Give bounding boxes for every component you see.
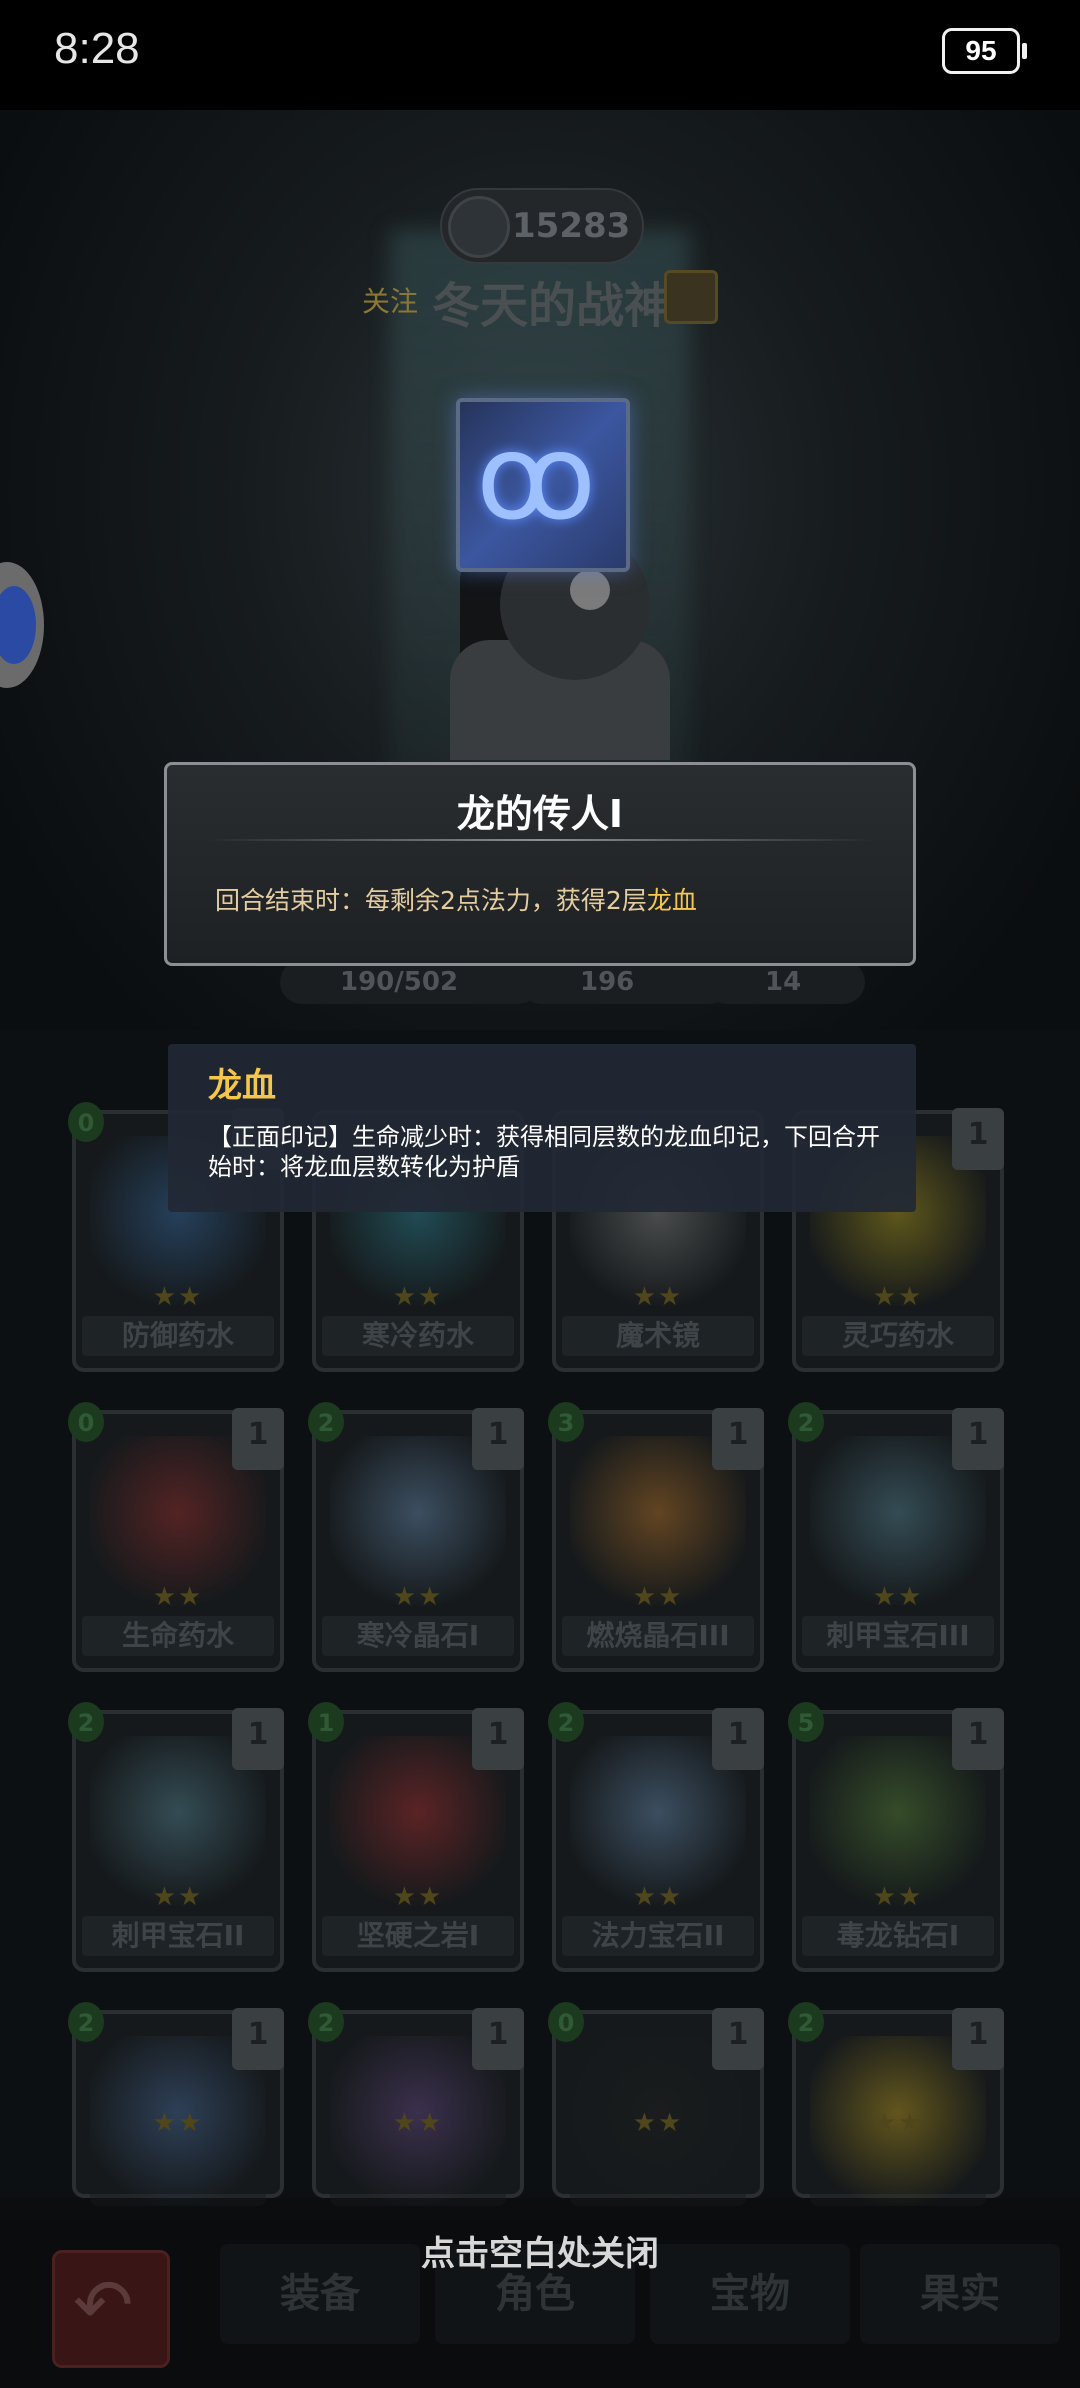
- gold-value: 15283: [512, 206, 631, 246]
- cost-badge: 2: [788, 1402, 824, 1442]
- item-card[interactable]: ★★ 燃烧晶石III 3 1: [548, 1402, 764, 1672]
- gold-counter: 15283: [440, 188, 644, 264]
- cost-badge: 2: [68, 1702, 104, 1742]
- stack-count-badge: 1: [712, 1708, 764, 1770]
- dragon-rune-icon: ꝏ: [456, 398, 630, 572]
- item-name: 寒冷晶石I: [322, 1616, 514, 1656]
- cost-badge: 0: [548, 2002, 584, 2042]
- tooltip-keyword: 龙血: [646, 886, 697, 915]
- cost-badge: 2: [308, 2002, 344, 2042]
- star-rating: ★★: [152, 2108, 204, 2138]
- stack-count-badge: 1: [952, 1408, 1004, 1470]
- defense-stat: 14: [705, 960, 865, 1004]
- stack-count-badge: 1: [472, 1408, 524, 1470]
- back-arrow-icon: ↶: [73, 2263, 134, 2347]
- cost-badge: 0: [68, 1402, 104, 1442]
- cost-badge: 2: [788, 2002, 824, 2042]
- star-rating: ★★: [872, 2108, 924, 2138]
- item-tooltip: 龙的传人I 回合结束时：每剩余2点法力，获得2层龙血: [164, 762, 916, 966]
- star-rating: ★★: [392, 1582, 444, 1612]
- follow-button[interactable]: 关注: [362, 280, 418, 320]
- item-card[interactable]: ★★ 法力宝石II 2 1: [548, 1702, 764, 1972]
- item-name: 防御药水: [82, 1316, 274, 1356]
- item-name: 毒龙钻石I: [802, 1916, 994, 1956]
- item-card[interactable]: ★★ 刺甲宝石II 2 1: [68, 1702, 284, 1972]
- item-card[interactable]: ★★ 刺甲宝石III 2 1: [788, 1402, 1004, 1672]
- battery-icon: 95: [942, 28, 1027, 74]
- coin-icon: [448, 196, 510, 258]
- item-card[interactable]: ★★ 生命药水 0 1: [68, 1402, 284, 1672]
- star-rating: ★★: [392, 1882, 444, 1912]
- item-name: 刺甲宝石II: [82, 1916, 274, 1956]
- star-rating: ★★: [392, 1282, 444, 1312]
- player-name: 冬天的战神: [432, 278, 673, 334]
- star-rating: ★★: [392, 2108, 444, 2138]
- cost-badge: 5: [788, 1702, 824, 1742]
- tooltip-title: 龙的传人I: [456, 792, 624, 836]
- item-name: 燃烧晶石III: [562, 1616, 754, 1656]
- star-rating: ★★: [632, 2108, 684, 2138]
- stack-count-badge: 1: [952, 1108, 1004, 1170]
- cost-badge: 2: [548, 1702, 584, 1742]
- item-card[interactable]: ★★ 坚硬之岩I 1 1: [308, 1702, 524, 1972]
- stack-count-badge: 1: [232, 1408, 284, 1470]
- item-card[interactable]: ★★ 2 1: [308, 2002, 524, 2206]
- stack-count-badge: 1: [232, 1708, 284, 1770]
- stack-count-badge: 1: [712, 1408, 764, 1470]
- star-rating: ★★: [152, 1282, 204, 1312]
- hp-stat: 190/502: [280, 960, 540, 1004]
- cost-badge: 0: [68, 1102, 104, 1142]
- stats-row: 190/502 196 14: [160, 960, 865, 1006]
- stack-count-badge: 1: [712, 2008, 764, 2070]
- item-name: 寒冷药水: [322, 1316, 514, 1356]
- item-name: 法力宝石II: [562, 1916, 754, 1956]
- stack-count-badge: 1: [952, 1708, 1004, 1770]
- item-name: 刺甲宝石III: [802, 1616, 994, 1656]
- stack-count-badge: 1: [952, 2008, 1004, 2070]
- cost-badge: 3: [548, 1402, 584, 1442]
- star-rating: ★★: [632, 1882, 684, 1912]
- keyword-title: 龙血: [208, 1066, 276, 1106]
- star-rating: ★★: [632, 1582, 684, 1612]
- item-name: 魔术镜: [562, 1316, 754, 1356]
- item-card[interactable]: ★★ 2 1: [788, 2002, 1004, 2206]
- clock: 8:28: [54, 24, 140, 73]
- item-name: 生命药水: [82, 1616, 274, 1656]
- item-card[interactable]: ★★ 寒冷晶石I 2 1: [308, 1402, 524, 1672]
- star-rating: ★★: [152, 1582, 204, 1612]
- status-bar: 8:28 95: [0, 0, 1080, 110]
- star-rating: ★★: [632, 1282, 684, 1312]
- stack-count-badge: 1: [472, 2008, 524, 2070]
- stack-count-badge: 1: [472, 1708, 524, 1770]
- item-name: 坚硬之岩I: [322, 1916, 514, 1956]
- cost-badge: 2: [308, 1402, 344, 1442]
- item-card[interactable]: ★★ 毒龙钻石I 5 1: [788, 1702, 1004, 1972]
- star-rating: ★★: [872, 1282, 924, 1312]
- star-rating: ★★: [872, 1882, 924, 1912]
- item-card[interactable]: ★★ 2 1: [68, 2002, 284, 2206]
- stack-count-badge: 1: [232, 2008, 284, 2070]
- item-card[interactable]: ★★ 0 1: [548, 2002, 764, 2206]
- star-rating: ★★: [152, 1882, 204, 1912]
- item-name: 灵巧药水: [802, 1316, 994, 1356]
- tooltip-divider: [207, 839, 873, 841]
- keyword-description: 【正面印记】生命减少时：获得相同层数的龙血印记，下回合开始时：将龙血层数转化为护…: [208, 1123, 880, 1181]
- star-rating: ★★: [872, 1582, 924, 1612]
- attack-stat: 196: [520, 960, 730, 1004]
- edit-name-icon[interactable]: [664, 270, 718, 324]
- tooltip-description: 回合结束时：每剩余2点法力，获得2层龙血: [215, 886, 697, 915]
- cost-badge: 2: [68, 2002, 104, 2042]
- keyword-explanation: 龙血 【正面印记】生命减少时：获得相同层数的龙血印记，下回合开始时：将龙血层数转…: [168, 1044, 916, 1212]
- close-hint[interactable]: 点击空白处关闭: [0, 2226, 1080, 2275]
- cost-badge: 1: [308, 1702, 344, 1742]
